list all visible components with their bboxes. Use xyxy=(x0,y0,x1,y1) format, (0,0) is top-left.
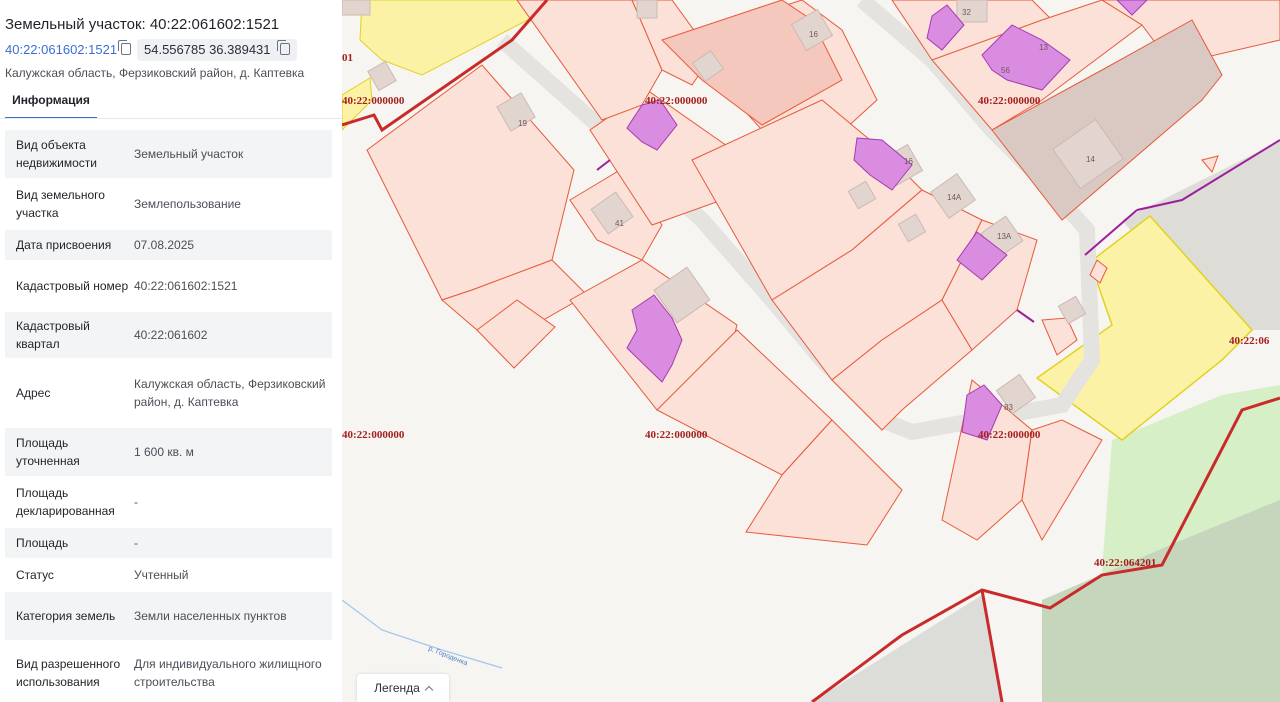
row-key: Адрес xyxy=(16,386,51,400)
row-key: Кадастровый квартал xyxy=(16,319,90,351)
info-row-address: Адрес Калужская область, Ферзиковский ра… xyxy=(5,360,332,426)
row-value: Земли населенных пунктов xyxy=(134,609,287,623)
row-value: Учтенный xyxy=(134,568,189,582)
info-row-area: Площадь - xyxy=(5,528,332,558)
row-value: 07.08.2025 xyxy=(134,238,195,252)
info-row-area-declared: Площадь декларированная - xyxy=(5,478,332,526)
row-value: Калужская область, Ферзиковский район, д… xyxy=(134,377,326,409)
row-key: Вид разрешенного использования xyxy=(16,657,121,689)
page-title: Земельный участок: 40:22:061602:1521 xyxy=(5,16,280,33)
row-key: Статус xyxy=(16,568,54,582)
house-number: 16 xyxy=(809,30,818,39)
quarter-label: 40:22:000000 xyxy=(342,429,405,441)
quarter-label: 40:22:000000 xyxy=(645,429,708,441)
info-row-status: Статус Учтенный xyxy=(5,560,332,590)
house-number: 14А xyxy=(947,193,962,202)
row-key: Вид объекта недвижимости xyxy=(16,138,97,170)
info-row-cad-quarter: Кадастровый квартал 40:22:061602 xyxy=(5,312,332,358)
quarter-label: 40:22:000000 xyxy=(645,95,708,107)
row-key: Площадь декларированная xyxy=(16,486,115,518)
house-number: 41 xyxy=(615,219,624,228)
house-number: 19 xyxy=(518,119,527,128)
coordinates-text: 54.556785 36.389431 xyxy=(144,42,271,57)
coordinates-badge[interactable]: 54.556785 36.389431 xyxy=(137,39,298,61)
quarter-label: 40:22:000000 xyxy=(342,95,405,107)
house-number: 56 xyxy=(1001,66,1010,75)
row-key: Площадь xyxy=(16,536,69,550)
info-row-assign-date: Дата присвоения 07.08.2025 xyxy=(5,230,332,260)
cadastral-number-text[interactable]: 40:22:061602:1521 xyxy=(5,42,117,57)
legend-label[interactable]: Легенда xyxy=(374,681,420,695)
row-value: 40:22:061602 xyxy=(134,328,208,342)
row-value: Для индивидуального жилищного строительс… xyxy=(134,657,322,689)
info-row-cad-number: Кадастровый номер 40:22:061602:1521 xyxy=(5,262,332,310)
row-key: Вид земельного участка xyxy=(16,188,105,220)
house-number: 13А xyxy=(997,232,1012,241)
quarter-label: 40:22:06 xyxy=(1229,335,1270,347)
info-row-area-specified: Площадь уточненная 1 600 кв. м xyxy=(5,428,332,476)
house-number: 14 xyxy=(1086,155,1095,164)
quarter-label: 40:22:000000 xyxy=(978,95,1041,107)
house-number: 83 xyxy=(1004,403,1013,412)
quarter-label: 01 xyxy=(342,52,353,64)
row-value: Земельный участок xyxy=(134,147,244,161)
house-number: 32 xyxy=(962,8,971,17)
map-canvas[interactable]: 40:22:000000 40:22:000000 40:22:000000 4… xyxy=(342,0,1280,702)
quarter-label: 40:22:000000 xyxy=(978,429,1041,441)
info-row-category: Категория земель Земли населенных пункто… xyxy=(5,592,332,640)
cadastral-map[interactable]: 40:22:000000 40:22:000000 40:22:000000 4… xyxy=(342,0,1280,702)
cadastral-number-link[interactable]: 40:22:061602:1521 xyxy=(5,40,132,57)
row-key: Категория земель xyxy=(16,609,116,623)
info-row-land-type: Вид земельного участка Землепользование xyxy=(5,180,332,228)
tab-divider xyxy=(0,118,342,119)
info-row-object-type: Вид объекта недвижимости Земельный участ… xyxy=(5,130,332,178)
info-row-permitted-use: Вид разрешенного использования Для индив… xyxy=(5,642,332,702)
quarter-label: 40:22:064201 xyxy=(1094,557,1156,569)
row-value: - xyxy=(134,495,138,509)
copy-icon[interactable] xyxy=(118,40,132,55)
row-value: Землепользование xyxy=(134,197,241,211)
row-value: 1 600 кв. м xyxy=(134,445,194,459)
row-value: - xyxy=(134,536,138,550)
row-key: Дата присвоения xyxy=(16,238,112,252)
row-value: 40:22:061602:1521 xyxy=(134,279,238,293)
house-number: 13 xyxy=(1039,43,1048,52)
row-key: Площадь уточненная xyxy=(16,436,80,468)
legend-button[interactable]: Легенда xyxy=(357,674,449,702)
tab-information[interactable]: Информация xyxy=(5,93,97,119)
house-number: 16 xyxy=(904,157,913,166)
copy-icon[interactable] xyxy=(277,40,291,55)
info-panel: Земельный участок: 40:22:061602:1521 40:… xyxy=(0,0,342,702)
row-key: Кадастровый номер xyxy=(16,279,129,293)
chevron-up-icon xyxy=(424,685,434,694)
address-subtitle: Калужская область, Ферзиковский район, д… xyxy=(5,66,305,80)
